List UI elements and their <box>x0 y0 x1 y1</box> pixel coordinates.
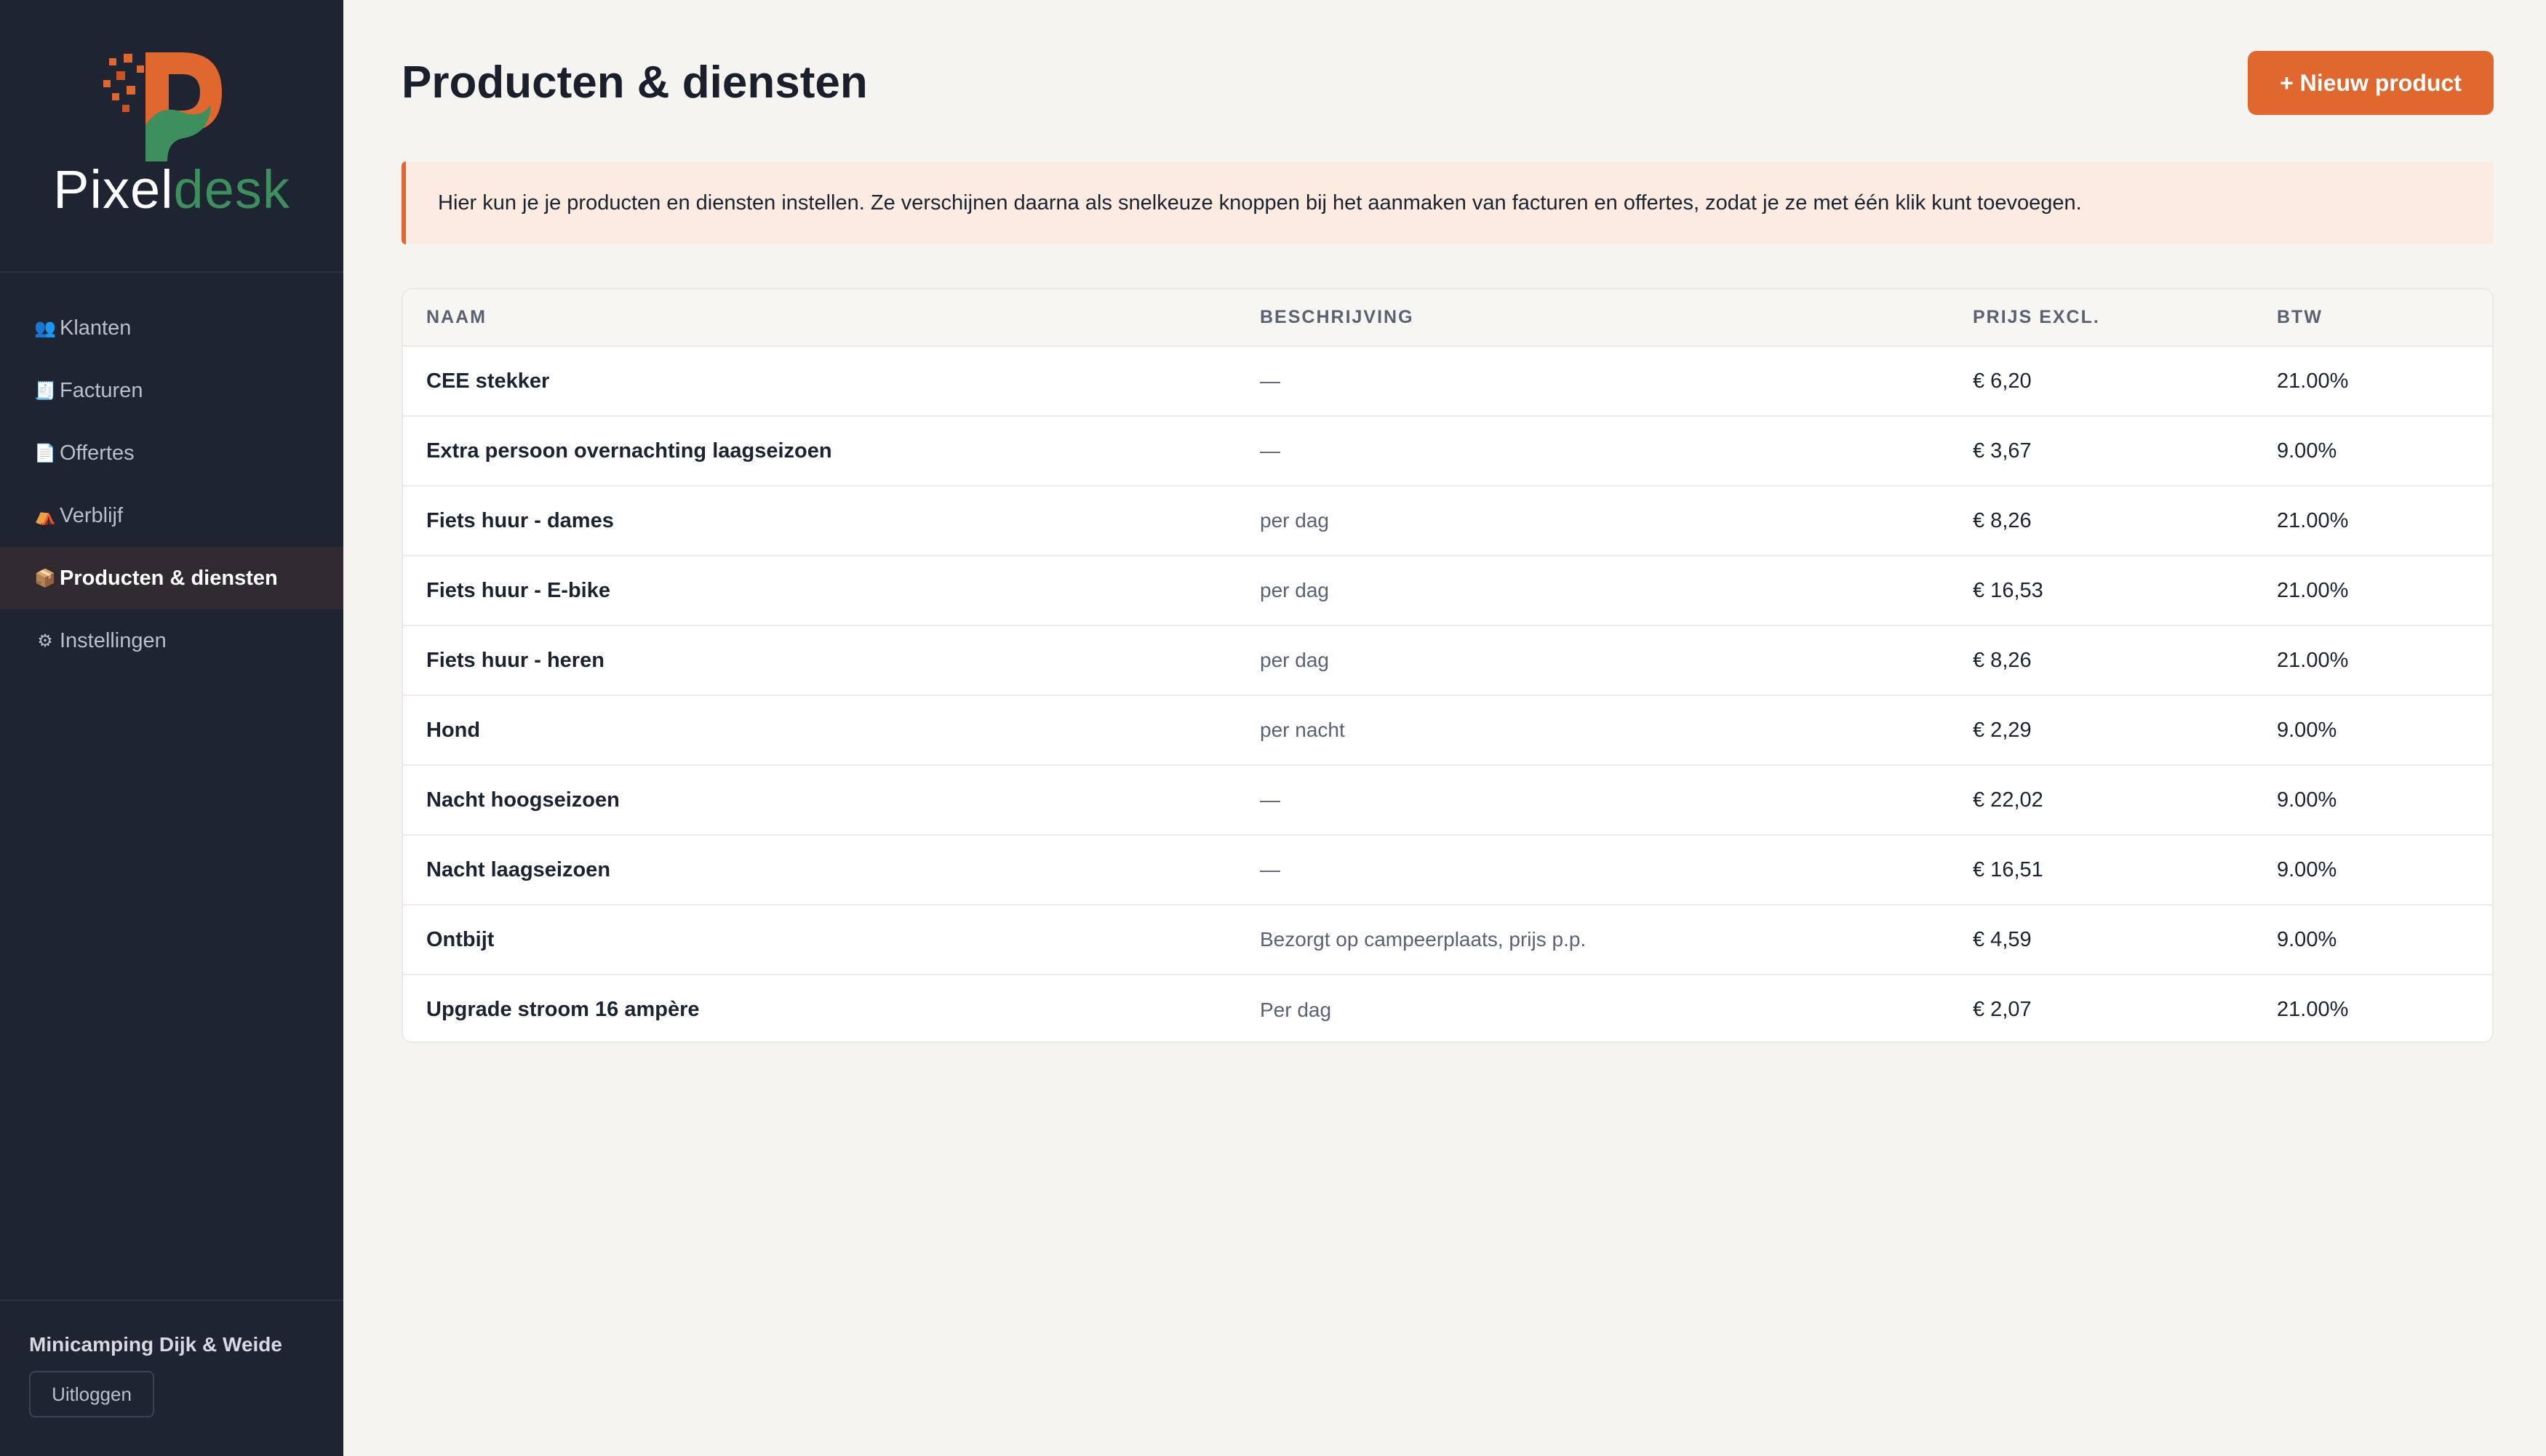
product-vat: 9.00% <box>2277 927 2337 951</box>
product-price: € 8,26 <box>1973 508 2032 532</box>
table-row[interactable]: Nacht hoogseizoen — € 22,02 9.00% <box>403 765 2492 835</box>
product-description: Bezorgt op campeerplaats, prijs p.p. <box>1260 928 1587 951</box>
product-description: Per dag <box>1260 998 1332 1021</box>
table-row[interactable]: Fiets huur - E-bike per dag € 16,53 21.0… <box>403 556 2492 625</box>
product-vat: 9.00% <box>2277 788 2337 812</box>
info-text: Hier kun je je producten en diensten ins… <box>438 191 2082 215</box>
product-price: € 2,07 <box>1973 998 2032 1021</box>
product-price: € 2,29 <box>1973 718 2032 742</box>
product-name: Extra persoon overnachting laagseizoen <box>426 439 832 463</box>
product-price: € 16,53 <box>1973 578 2043 602</box>
product-price: € 22,02 <box>1973 788 2043 812</box>
sidebar-item-offertes[interactable]: 📄 Offertes <box>0 422 343 484</box>
product-name: Fiets huur - heren <box>426 648 604 672</box>
pixeldesk-logo-icon <box>103 52 222 161</box>
products-table-card: Naam Beschrijving Prijs excl. BTW CEE st… <box>402 288 2494 1043</box>
product-vat: 21.00% <box>2277 369 2349 393</box>
logo-text: Pixeldesk <box>53 159 290 220</box>
new-product-button[interactable]: + Nieuw product <box>2248 51 2494 115</box>
sidebar-item-facturen[interactable]: 🧾 Facturen <box>0 359 343 422</box>
product-vat: 21.00% <box>2277 998 2349 1021</box>
column-header-prijs: Prijs excl. <box>1973 307 2100 327</box>
product-vat: 9.00% <box>2277 718 2337 742</box>
product-description: — <box>1260 858 1280 881</box>
sidebar-item-label: Producten & diensten <box>60 566 278 590</box>
table-row[interactable]: Ontbijt Bezorgt op campeerplaats, prijs … <box>403 905 2492 975</box>
sidebar-item-label: Offertes <box>60 441 135 465</box>
page-title: Producten & diensten <box>402 57 868 108</box>
product-description: — <box>1260 369 1280 392</box>
sidebar-item-verblijf[interactable]: ⛺ Verblijf <box>0 484 343 547</box>
tent-icon: ⛺ <box>34 505 56 526</box>
logo[interactable]: Pixeldesk <box>0 0 343 273</box>
sidebar: Pixeldesk 👥 Klanten 🧾 Facturen 📄 Offerte… <box>0 0 343 1456</box>
table-row[interactable]: Fiets huur - heren per dag € 8,26 21.00% <box>403 625 2492 695</box>
product-name: Upgrade stroom 16 ampère <box>426 998 700 1021</box>
product-description: — <box>1260 439 1280 462</box>
product-description: per dag <box>1260 579 1329 601</box>
product-name: CEE stekker <box>426 369 550 393</box>
sidebar-item-label: Verblijf <box>60 503 124 527</box>
receipt-icon: 🧾 <box>34 380 56 401</box>
product-price: € 16,51 <box>1973 857 2043 881</box>
product-price: € 4,59 <box>1973 927 2032 951</box>
product-price: € 6,20 <box>1973 369 2032 393</box>
table-header-row: Naam Beschrijving Prijs excl. BTW <box>403 289 2492 346</box>
product-vat: 21.00% <box>2277 508 2349 532</box>
column-header-btw: BTW <box>2277 307 2323 327</box>
info-banner: Hier kun je je producten en diensten ins… <box>402 161 2494 244</box>
organization-name: Minicamping Dijk & Weide <box>29 1333 282 1356</box>
sidebar-nav: 👥 Klanten 🧾 Facturen 📄 Offertes ⛺ Verbli… <box>0 297 343 672</box>
product-name: Nacht hoogseizoen <box>426 788 620 812</box>
product-description: per dag <box>1260 509 1329 532</box>
column-header-beschrijving: Beschrijving <box>1260 307 1414 327</box>
column-header-naam: Naam <box>426 307 487 327</box>
table-row[interactable]: Hond per nacht € 2,29 9.00% <box>403 695 2492 765</box>
sidebar-item-producten[interactable]: 📦 Producten & diensten <box>0 547 343 609</box>
table-row[interactable]: Fiets huur - dames per dag € 8,26 21.00% <box>403 486 2492 556</box>
users-icon: 👥 <box>34 318 56 338</box>
table-row[interactable]: Extra persoon overnachting laagseizoen —… <box>403 416 2492 486</box>
table-row[interactable]: Nacht laagseizoen — € 16,51 9.00% <box>403 835 2492 905</box>
package-icon: 📦 <box>34 568 56 588</box>
sidebar-item-label: Facturen <box>60 378 143 402</box>
product-description: per nacht <box>1260 719 1345 741</box>
gear-icon: ⚙ <box>37 631 53 651</box>
product-name: Fiets huur - E-bike <box>426 578 610 602</box>
table-row[interactable]: Upgrade stroom 16 ampère Per dag € 2,07 … <box>403 975 2492 1041</box>
sidebar-footer: Minicamping Dijk & Weide Uitloggen <box>0 1300 343 1456</box>
logout-button[interactable]: Uitloggen <box>29 1371 154 1417</box>
product-vat: 9.00% <box>2277 439 2337 463</box>
sidebar-item-instellingen[interactable]: ⚙ Instellingen <box>0 609 343 672</box>
product-name: Fiets huur - dames <box>426 508 614 532</box>
product-description: — <box>1260 788 1280 811</box>
sidebar-item-klanten[interactable]: 👥 Klanten <box>0 297 343 359</box>
product-description: per dag <box>1260 649 1329 671</box>
product-price: € 8,26 <box>1973 648 2032 672</box>
product-name: Hond <box>426 718 481 742</box>
product-name: Nacht laagseizoen <box>426 857 611 881</box>
product-vat: 21.00% <box>2277 578 2349 602</box>
products-table: Naam Beschrijving Prijs excl. BTW CEE st… <box>403 289 2492 1041</box>
product-vat: 21.00% <box>2277 648 2349 672</box>
sidebar-item-label: Klanten <box>60 316 132 340</box>
document-icon: 📄 <box>34 443 56 463</box>
table-row[interactable]: CEE stekker — € 6,20 21.00% <box>403 346 2492 416</box>
product-vat: 9.00% <box>2277 857 2337 881</box>
sidebar-item-label: Instellingen <box>60 628 167 652</box>
product-price: € 3,67 <box>1973 439 2032 463</box>
product-name: Ontbijt <box>426 927 495 951</box>
